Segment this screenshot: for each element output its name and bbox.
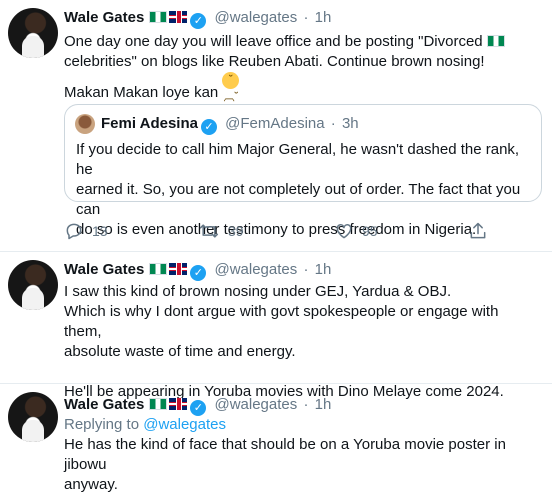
author-name[interactable]: Wale Gates bbox=[64, 396, 144, 413]
tweet-1[interactable]: Wale Gates ✓ @walegates · 1h One day one … bbox=[0, 0, 552, 252]
author-name: Femi Adesina bbox=[101, 115, 198, 132]
reply-button[interactable]: 13 bbox=[64, 218, 108, 244]
author-handle[interactable]: @walegates bbox=[214, 9, 297, 26]
tweet-text-line: celebrities" on blogs like Reuben Abati.… bbox=[64, 53, 485, 70]
separator: · bbox=[303, 396, 309, 413]
tweet-text-line: Which is why I dont argue with govt spok… bbox=[64, 303, 499, 340]
verified-icon: ✓ bbox=[190, 13, 207, 29]
tweet-text: Replying to @walegates He has the kind o… bbox=[64, 415, 538, 495]
quoted-text-line: earned it. So, you are not completely ou… bbox=[76, 181, 521, 218]
avatar[interactable] bbox=[8, 392, 58, 442]
verified-icon: ✓ bbox=[190, 265, 207, 281]
replying-to-link[interactable]: @walegates bbox=[143, 416, 226, 433]
timestamp: 3h bbox=[341, 115, 359, 132]
uk-flag-icon bbox=[169, 398, 188, 410]
retweet-button[interactable]: 39 bbox=[198, 218, 244, 244]
avatar[interactable] bbox=[8, 260, 58, 310]
timestamp[interactable]: 1h bbox=[315, 396, 332, 413]
separator: · bbox=[303, 261, 309, 278]
author-handle[interactable]: @walegates bbox=[214, 396, 297, 413]
avatar[interactable] bbox=[75, 114, 95, 134]
uk-flag-icon bbox=[169, 11, 188, 23]
reply-icon bbox=[66, 223, 82, 240]
quoted-tweet-header: Femi Adesina ✓ @FemAdesina · 3h bbox=[101, 114, 359, 135]
tweet-header: Wale Gates ✓ @walegates · 1h bbox=[64, 8, 332, 29]
timestamp[interactable]: 1h bbox=[315, 9, 332, 26]
replying-to: Replying to @walegates bbox=[64, 415, 538, 435]
nigeria-flag-icon bbox=[149, 11, 168, 23]
nigeria-flag-icon bbox=[149, 398, 168, 410]
author-handle[interactable]: @walegates bbox=[214, 261, 297, 278]
separator: · bbox=[303, 9, 309, 26]
tweet-actions: 13 39 95 bbox=[64, 218, 504, 244]
tweet-text-line: He has the kind of face that should be o… bbox=[64, 436, 506, 473]
uk-flag-icon bbox=[169, 263, 188, 275]
tweet-text-line: I saw this kind of brown nosing under GE… bbox=[64, 283, 452, 300]
verified-icon: ✓ bbox=[200, 119, 217, 135]
tweet-text: One day one day you will leave office an… bbox=[64, 32, 538, 103]
tweet-text-line: Makan Makan loye kan bbox=[64, 84, 219, 101]
tweet-3[interactable]: Wale Gates ✓ @walegates · 1h Replying to … bbox=[0, 384, 552, 493]
tweet-text-line: One day one day you will leave office an… bbox=[64, 33, 483, 50]
tweet-text-line: absolute waste of time and energy. bbox=[64, 343, 296, 360]
tweet-text-line: anyway. bbox=[64, 476, 118, 493]
tweet-header: Wale Gates ✓ @walegates · 1h bbox=[64, 260, 332, 281]
quoted-tweet[interactable]: Femi Adesina ✓ @FemAdesina · 3h If you de… bbox=[64, 104, 542, 238]
worried-face-icon: ˘︹˘ bbox=[222, 72, 240, 103]
avatar[interactable] bbox=[8, 8, 58, 58]
share-icon bbox=[470, 222, 486, 239]
nigeria-flag-icon bbox=[149, 263, 168, 275]
retweet-count: 39 bbox=[228, 223, 244, 239]
author-handle: @FemAdesina bbox=[225, 115, 325, 132]
separator: · bbox=[330, 115, 336, 132]
verified-icon: ✓ bbox=[190, 400, 207, 416]
tweet-2[interactable]: Wale Gates ✓ @walegates · 1h I saw this k… bbox=[0, 252, 552, 400]
author-name[interactable]: Wale Gates bbox=[64, 261, 144, 278]
quoted-text-line: If you decide to call him Major General,… bbox=[76, 141, 520, 178]
tweet-header: Wale Gates ✓ @walegates · 1h bbox=[64, 395, 332, 416]
like-button[interactable]: 95 bbox=[334, 218, 378, 244]
replying-prefix: Replying to bbox=[64, 416, 140, 433]
like-count: 95 bbox=[362, 223, 378, 239]
nigeria-flag-icon bbox=[486, 35, 505, 47]
retweet-icon bbox=[199, 224, 219, 238]
share-button[interactable] bbox=[468, 218, 496, 244]
reply-count: 13 bbox=[92, 223, 108, 239]
like-icon bbox=[336, 223, 352, 239]
author-name[interactable]: Wale Gates bbox=[64, 9, 144, 26]
timestamp[interactable]: 1h bbox=[315, 261, 332, 278]
